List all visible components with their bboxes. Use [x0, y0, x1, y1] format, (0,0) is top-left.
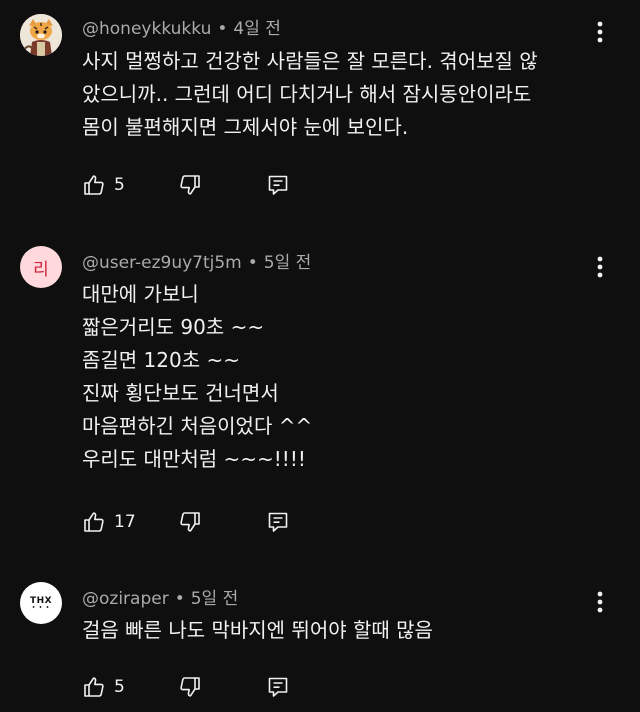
dislike-icon [180, 677, 200, 697]
separator: • [247, 253, 258, 273]
comment-line: 마음편하긴 처음이었다 ^^ [82, 414, 313, 438]
reply-icon [268, 175, 288, 195]
like-count: 17 [114, 512, 136, 532]
avatar[interactable] [20, 14, 62, 56]
comment-actions: 5 [82, 672, 342, 702]
avatar-letter: 리 [33, 259, 49, 280]
separator: • [174, 589, 185, 609]
reply-icon [268, 512, 288, 532]
comment-time[interactable]: 4일 전 [233, 19, 281, 39]
comment: THX • • • @oziraper • 5일 전 걸음 빠른 나도 막바지엔 뛰… [0, 572, 640, 712]
avatar-logo-text: THX [29, 595, 53, 606]
dislike-icon [180, 512, 200, 532]
more-options-icon [597, 256, 603, 278]
comment-author[interactable]: @honeykkukku [82, 19, 211, 39]
comment-time[interactable]: 5일 전 [264, 253, 312, 273]
comment: @honeykkukku • 4일 전 사지 멀쩡하고 건강한 사람들은 잘 모른다… [0, 0, 640, 210]
more-options-icon [597, 21, 603, 43]
comment-line: 걸음 빠른 나도 막바지엔 뛰어야 할때 많음 [82, 618, 433, 642]
avatar[interactable]: 리 [20, 246, 62, 288]
comment-meta: @honeykkukku • 4일 전 [82, 14, 281, 39]
reply-button[interactable] [266, 170, 290, 200]
comment-meta: @user-ez9uy7tj5m • 5일 전 [82, 248, 311, 273]
like-button[interactable]: 5 [82, 170, 125, 200]
comment-line: 몸이 불편해지면 그제서야 눈에 보인다. [82, 115, 409, 139]
comment-line: 우리도 대만처럼 ~~~!!!! [82, 447, 306, 471]
like-icon [84, 175, 104, 195]
comment-line: 좀길면 120초 ~~ [82, 348, 241, 372]
more-options-button[interactable] [588, 588, 612, 616]
reply-button[interactable] [266, 672, 290, 702]
reply-icon [268, 677, 288, 697]
comment-meta: @oziraper • 5일 전 [82, 584, 238, 609]
separator: • [217, 19, 228, 39]
like-count: 5 [114, 677, 125, 697]
comment-line: 진짜 횡단보도 건너면서 [82, 381, 279, 405]
comment-line: 짧은거리도 90초 ~~ [82, 315, 265, 339]
dislike-icon [180, 175, 200, 195]
more-options-button[interactable] [588, 253, 612, 281]
comment-line: 았으니까.. 그런데 어디 다치거나 해서 잠시동안이라도 [82, 82, 532, 106]
like-button[interactable]: 17 [82, 507, 136, 537]
like-icon [84, 512, 104, 532]
avatar[interactable]: THX • • • [20, 582, 62, 624]
like-icon [84, 677, 104, 697]
like-count: 5 [114, 175, 125, 195]
comment-text: 대만에 가보니 짧은거리도 90초 ~~ 좀길면 120초 ~~ 진짜 횡단보도… [82, 278, 602, 476]
comment-text: 사지 멀쩡하고 건강한 사람들은 잘 모른다. 겪어보질 않 았으니까.. 그런… [82, 45, 602, 144]
more-options-button[interactable] [588, 18, 612, 46]
dislike-button[interactable] [178, 170, 202, 200]
comment-time[interactable]: 5일 전 [191, 589, 239, 609]
comment: 리 @user-ez9uy7tj5m • 5일 전 대만에 가보니 짧은거리도 90… [0, 236, 640, 556]
comment-text: 걸음 빠른 나도 막바지엔 뛰어야 할때 많음 [82, 614, 602, 647]
comment-actions: 5 [82, 170, 342, 200]
more-options-icon [597, 591, 603, 613]
comment-author[interactable]: @user-ez9uy7tj5m [82, 253, 242, 273]
comment-line: 대만에 가보니 [82, 282, 199, 306]
dislike-button[interactable] [178, 507, 202, 537]
comment-author[interactable]: @oziraper [82, 589, 169, 609]
tiger-icon [20, 14, 62, 56]
avatar-logo-dots: • • • [31, 604, 51, 611]
comment-actions: 17 [82, 507, 342, 537]
dislike-button[interactable] [178, 672, 202, 702]
comment-line: 사지 멀쩡하고 건강한 사람들은 잘 모른다. 겪어보질 않 [82, 49, 538, 73]
reply-button[interactable] [266, 507, 290, 537]
like-button[interactable]: 5 [82, 672, 125, 702]
